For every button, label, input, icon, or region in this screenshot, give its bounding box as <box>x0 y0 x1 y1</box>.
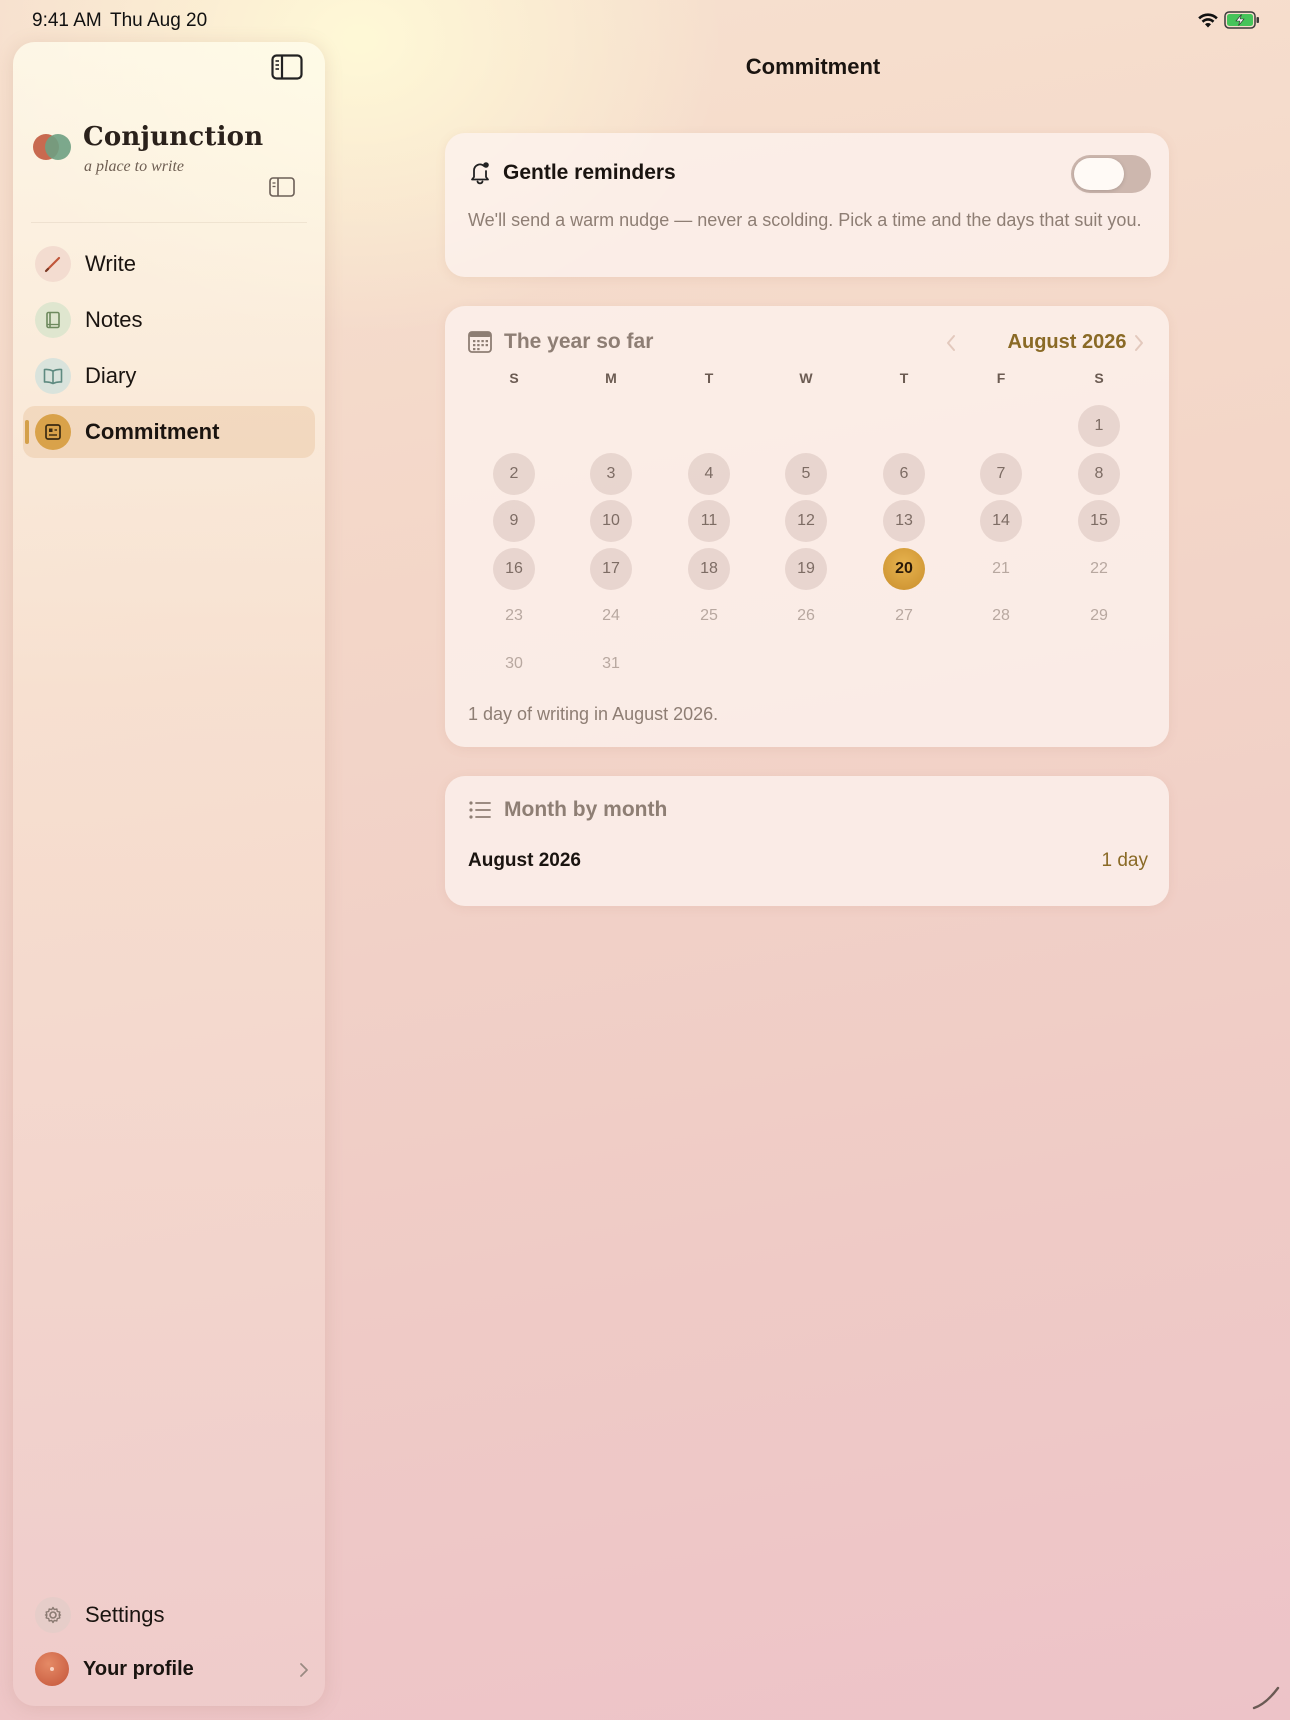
calendar-day[interactable]: 30 <box>493 643 535 685</box>
weekday-label: S <box>509 370 519 386</box>
calendar-day[interactable]: 1 <box>1078 405 1120 447</box>
writing-summary: 1 day of writing in August 2026. <box>468 704 719 724</box>
bell-icon <box>471 162 489 185</box>
brand-name: Conjunction <box>83 122 264 152</box>
weekday-label: M <box>605 370 617 386</box>
brand-tagline: a place to write <box>84 158 184 175</box>
brand-logo <box>33 134 71 160</box>
reminders-title: Gentle reminders <box>503 161 676 184</box>
sidebar-item-label: Write <box>85 251 136 276</box>
reminders-toggle[interactable] <box>1071 155 1151 193</box>
calendar-day[interactable]: 27 <box>883 595 925 637</box>
chevron-left-icon <box>947 335 955 351</box>
month-day-count: 1 day <box>1101 850 1148 871</box>
previous-month-button[interactable] <box>937 328 965 358</box>
calendar-day[interactable]: 23 <box>493 595 535 637</box>
settings-button[interactable]: Settings <box>23 1588 315 1642</box>
pencil-icon <box>35 246 71 282</box>
sidebar-item-label: Notes <box>85 307 143 332</box>
calendar-day[interactable]: 10 <box>590 500 632 542</box>
status-time: 9:41 AM <box>32 10 102 31</box>
collapse-panel-button[interactable] <box>267 172 297 202</box>
calendar-day[interactable]: 22 <box>1078 548 1120 590</box>
sidebar-item-label: Commitment <box>85 419 220 444</box>
weekday-label: F <box>996 370 1006 386</box>
year-title: The year so far <box>504 330 654 353</box>
notebook-icon <box>35 302 71 338</box>
calendar-day[interactable]: 9 <box>493 500 535 542</box>
calendar-check-icon <box>35 414 71 450</box>
open-book-icon <box>35 358 71 394</box>
calendar-day[interactable]: 31 <box>590 643 632 685</box>
month-by-month-title: Month by month <box>504 798 668 821</box>
calendar-day[interactable]: 14 <box>980 500 1022 542</box>
calendar-icon <box>468 331 492 353</box>
weekday-label: T <box>704 370 714 386</box>
sidebar-item-diary[interactable]: Diary <box>23 350 315 402</box>
calendar-day[interactable]: 2 <box>493 452 535 495</box>
reminders-card: Gentle reminders We'll send a warm nudge… <box>445 133 1169 277</box>
calendar-day[interactable]: 17 <box>590 547 632 590</box>
weekday-label: S <box>1094 370 1104 386</box>
sidebar-item-commitment[interactable]: Commitment <box>23 406 315 458</box>
calendar-day[interactable]: 28 <box>980 595 1022 637</box>
profile-label: Your profile <box>83 1657 194 1680</box>
sidebar-footer: Settings Your profile <box>23 1588 315 1696</box>
sidebar: Conjunction a place to write Write Notes <box>13 42 325 1706</box>
wifi-icon <box>1198 13 1218 28</box>
next-month-button[interactable] <box>1125 328 1153 358</box>
calendar-day[interactable]: 18 <box>688 547 730 590</box>
calendar-day[interactable]: 11 <box>688 500 730 542</box>
calendar-day[interactable]: 5 <box>785 452 827 495</box>
scribble-handle-icon[interactable] <box>1252 1680 1282 1710</box>
avatar <box>35 1652 69 1686</box>
calendar-day[interactable]: 16 <box>493 547 535 590</box>
calendar-day[interactable]: 19 <box>785 547 827 590</box>
list-item[interactable]: August 2026 1 day <box>468 850 1148 876</box>
brand: Conjunction a place to write <box>33 120 305 184</box>
chevron-right-icon <box>1135 335 1143 351</box>
calendar-day[interactable]: 4 <box>688 452 730 495</box>
month-name: August 2026 <box>468 850 581 871</box>
calendar-day[interactable]: 12 <box>785 500 827 542</box>
list-icon <box>469 801 491 819</box>
calendar-day-today[interactable]: 20 <box>883 547 925 590</box>
calendar-day[interactable]: 26 <box>785 595 827 637</box>
status-date: Thu Aug 20 <box>110 10 208 31</box>
sidebar-icon <box>271 54 303 80</box>
calendar-day[interactable]: 21 <box>980 548 1022 590</box>
calendar-day[interactable]: 25 <box>688 595 730 637</box>
status-bar: 9:41 AM Thu Aug 20 <box>0 0 1290 40</box>
battery-charging-icon <box>1224 11 1259 29</box>
calendar-day[interactable]: 6 <box>883 452 925 495</box>
month-by-month-card: Month by month August 2026 1 day <box>445 776 1169 906</box>
sidebar-nav: Write Notes Diary Commitment <box>23 238 315 462</box>
calendar-day[interactable]: 29 <box>1078 595 1120 637</box>
sidebar-item-notes[interactable]: Notes <box>23 294 315 346</box>
calendar-day[interactable]: 15 <box>1078 500 1120 542</box>
weekday-header: SMTWTFS <box>469 370 1155 390</box>
year-so-far-card: The year so far August 2026 SMTWTFS 1234… <box>445 306 1169 747</box>
calendar-day[interactable]: 8 <box>1078 452 1120 495</box>
sidebar-item-write[interactable]: Write <box>23 238 315 290</box>
active-indicator <box>25 420 29 444</box>
panel-icon <box>269 177 295 197</box>
page-title: Commitment <box>745 54 881 79</box>
gear-icon <box>35 1597 71 1633</box>
sidebar-divider <box>31 222 307 223</box>
calendar-day[interactable]: 7 <box>980 452 1022 495</box>
calendar-day[interactable]: 24 <box>590 595 632 637</box>
reminders-description: We'll send a warm nudge — never a scoldi… <box>468 210 1142 230</box>
chevron-right-icon <box>300 1663 308 1677</box>
calendar-day[interactable]: 3 <box>590 452 632 495</box>
sidebar-item-label: Diary <box>85 363 137 388</box>
calendar-day[interactable]: 13 <box>883 500 925 542</box>
sidebar-toggle-button[interactable] <box>269 52 305 82</box>
weekday-label: T <box>899 370 909 386</box>
toggle-knob <box>1074 158 1124 190</box>
profile-button[interactable]: Your profile <box>23 1642 315 1696</box>
settings-label: Settings <box>85 1602 165 1627</box>
weekday-label: W <box>799 370 813 386</box>
